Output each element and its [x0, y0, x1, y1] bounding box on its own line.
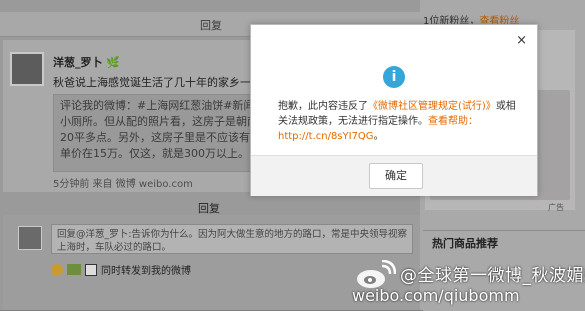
msg-end: 。: [373, 131, 384, 142]
quote-line: 评论我的微博：#上海网红葱油饼#新闻采访说，他月: [60, 99, 253, 112]
quote-line: 20平多点。另外，这房子里是不应该有独立厕所的。: [60, 131, 252, 144]
post-text: 秋爸说上海感觉诞生活了几十年的家乡一样: [53, 74, 253, 90]
author-name[interactable]: 洋葱_罗卜 🌿: [53, 54, 120, 70]
dialog-message: 抱歉，此内容违反了《微博社区管理规定(试行)》或相关法规政策，无法进行指定操作。…: [278, 99, 518, 144]
quoted-comment: 评论我的微博：#上海网红葱油饼#新闻采访说，他月 小厕所。但从配的照片看，这房子…: [53, 94, 253, 172]
msg-text-1: 抱歉，此内容违反了: [278, 101, 368, 112]
weibo-page: 回复 洋葱_罗卜 🌿 秋爸说上海感觉诞生活了几十年的家乡一样 评论我的微博：#上…: [0, 0, 585, 311]
info-icon: i: [383, 66, 405, 88]
repost-checkbox[interactable]: [85, 263, 97, 276]
author-avatar[interactable]: [10, 52, 44, 86]
watermark-text: @全球第一微博_秋波媚媚: [400, 266, 585, 286]
dialog-header: [251, 25, 537, 57]
quote-line: 单价在15万。仅这，就是300万以上。: [60, 147, 249, 160]
help-link-label[interactable]: 查看帮助：: [428, 116, 478, 127]
image-icon[interactable]: [67, 264, 81, 275]
emoji-icon[interactable]: [51, 263, 63, 276]
rules-link[interactable]: 《微博社区管理规定(试行)》: [368, 101, 496, 112]
hot-products-title: 热门商品推荐: [432, 237, 498, 250]
current-user-avatar: [18, 226, 42, 250]
watermark-url: weibo.com/qiubomm: [352, 286, 520, 305]
reply-input[interactable]: 回复@洋葱_罗卜:告诉你为什么。因为阿大做生意的地方的路口，常是中央领导视察上海…: [51, 224, 413, 254]
reply-toolbar: 同时转发到我的微博: [51, 262, 191, 277]
ad-label: 广告: [548, 203, 564, 212]
post-meta: 5分钟前 来自 微博 weibo.com: [53, 179, 193, 190]
close-icon[interactable]: ×: [516, 33, 527, 48]
post-text-content: 秋爸说上海感觉诞生活了几十年的家乡一样: [53, 76, 253, 89]
author-badge-icon: 🌿: [106, 56, 121, 69]
repost-checkbox-label: 同时转发到我的微博: [101, 266, 191, 277]
author-name-text[interactable]: 洋葱_罗卜: [53, 56, 103, 69]
quote-line: 小厕所。但从配的照片看，这房子是朝南的。这个地: [60, 115, 252, 128]
confirm-button[interactable]: 确定: [369, 163, 423, 189]
top-reply-label[interactable]: 回复: [200, 17, 222, 33]
help-url-link[interactable]: http://t.cn/8sYI7QG: [278, 131, 374, 142]
reply-label[interactable]: 回复: [198, 200, 220, 216]
violation-dialog: × i 抱歉，此内容违反了《微博社区管理规定(试行)》或相关法规政策，无法进行指…: [250, 24, 538, 196]
